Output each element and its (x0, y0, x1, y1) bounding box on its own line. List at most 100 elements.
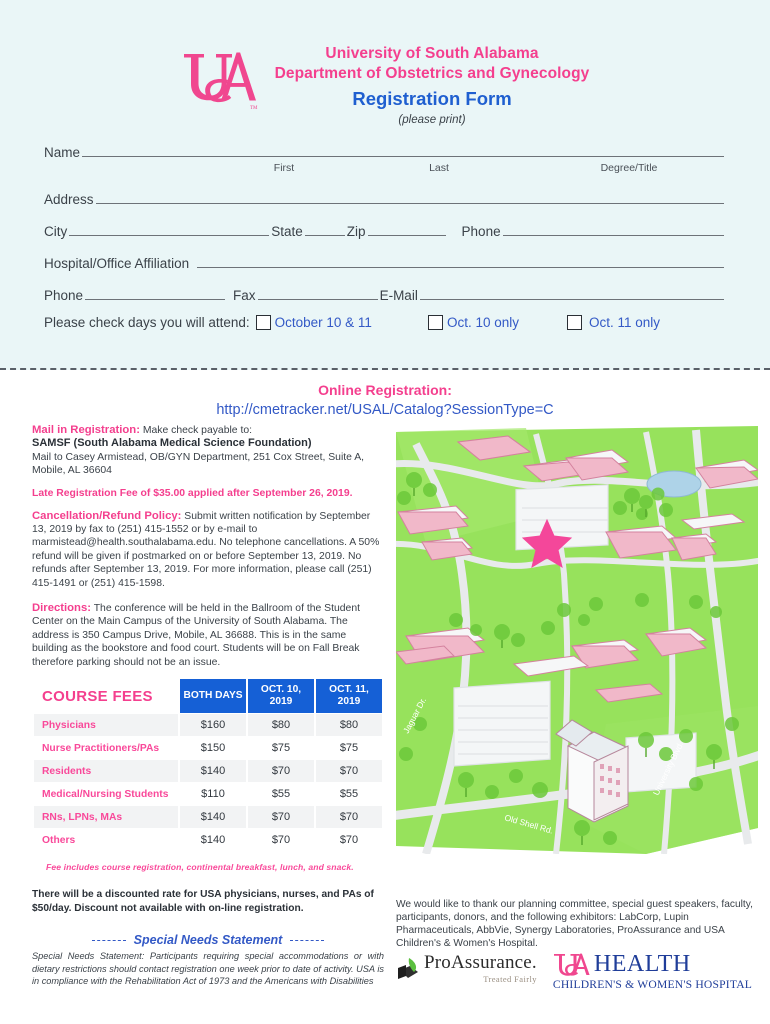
fee-oct11: $80 (316, 714, 382, 737)
proassurance-wordmark: ProAssurance. (424, 952, 537, 973)
proassurance-leaf-icon (398, 958, 418, 979)
table-row: Medical/Nursing Students $110 $55 $55 (34, 783, 382, 805)
fax-label: Fax (233, 288, 256, 303)
sublabel-last: Last (429, 162, 449, 174)
fee-both: $140 (180, 760, 246, 783)
mail-in-intro: Make check payable to: (139, 425, 253, 436)
late-fee-notice: Late Registration Fee of $35.00 applied … (32, 487, 353, 499)
cancellation-heading: Cancellation/Refund Policy: (32, 509, 182, 522)
fee-both: $150 (200, 742, 226, 755)
fee-oct11: $55 (339, 788, 359, 801)
online-registration-title: Online Registration: (318, 382, 452, 398)
phone-input[interactable] (502, 222, 724, 236)
usa-logo-icon: TM (183, 52, 258, 111)
affiliation-label: Hospital/Office Affiliation (44, 256, 190, 271)
address-input[interactable] (95, 190, 724, 204)
directions-heading: Directions: (32, 602, 92, 615)
header-university: University of South Alabama (325, 45, 539, 62)
usa-health-monogram-icon (553, 953, 590, 976)
name-sublabels: First Last Degree/Title (44, 162, 726, 174)
fee-role: Physicians (34, 714, 178, 737)
course-fees-section: COURSE FEES BOTH DAYS OCT. 10, 2019 OCT.… (32, 678, 384, 915)
attend-label: Please check days you will attend: (44, 315, 250, 330)
table-header-row: COURSE FEES BOTH DAYS OCT. 10, 2019 OCT.… (34, 679, 382, 714)
fax-input[interactable] (257, 286, 378, 300)
cancellation-block: Cancellation/Refund Policy: Submit writt… (32, 510, 384, 590)
fee-oct10: $70 (271, 834, 291, 847)
dash-right-decoration (290, 939, 325, 941)
city-label: City (44, 224, 68, 239)
fee-role: Residents (34, 760, 178, 783)
state-input[interactable] (304, 222, 345, 236)
checkbox-label-oct10: Oct. 10 only (446, 315, 519, 330)
usa-health-logo: HEALTH CHILDREN'S & WOMEN'S HOSPITAL (553, 952, 752, 991)
field-name-row: Name First Last Degree/Title (44, 143, 726, 174)
proassurance-logo: ProAssurance. Treated Fairly (396, 952, 537, 984)
course-fees-table: COURSE FEES BOTH DAYS OCT. 10, 2019 OCT.… (32, 678, 384, 852)
course-fees-title: COURSE FEES (42, 687, 153, 705)
fee-oct10: $80 (248, 714, 314, 737)
attendance-row: Please check days you will attend: Octob… (44, 315, 726, 330)
sponsor-logos: ProAssurance. Treated Fairly HEALTH CHIL… (396, 952, 756, 1014)
campus-map[interactable]: Jaguar Dr. Old Shell Rd. University Blvd… (396, 424, 758, 854)
fee-oct10: $70 (248, 806, 314, 829)
usa-health-wordmark: HEALTH (593, 951, 691, 977)
fee-oct10: $70 (248, 760, 314, 783)
header-subtitle: (please print) (398, 114, 466, 126)
field-contact-row: Phone Fax E-Mail (44, 286, 726, 303)
phone2-input[interactable] (85, 286, 226, 300)
fee-both: $160 (180, 714, 246, 737)
header-title: Registration Form (352, 88, 512, 109)
special-needs-heading-row: Special Needs Statement (32, 933, 384, 947)
checkbox-oct11[interactable] (566, 315, 582, 330)
field-affiliation-row: Hospital/Office Affiliation (44, 254, 726, 271)
document-header: TM University of South Alabama Departmen… (0, 44, 770, 128)
column-header-both-days: BOTH DAYS (180, 679, 246, 714)
mail-in-heading: Mail in Registration: (32, 424, 140, 436)
fee-role: Medical/Nursing Students (42, 788, 169, 800)
online-registration-link[interactable]: http://cmetracker.net/USAL/Catalog?Sessi… (216, 402, 553, 418)
left-column: Mail in Registration: Make check payable… (32, 424, 384, 988)
directions-block: Directions: The conference will be held … (32, 602, 384, 669)
cancellation-body: Submit written notification by September… (32, 510, 380, 589)
mail-in-block: Mail in Registration: Make check payable… (32, 424, 384, 478)
special-needs-heading: Special Needs Statement (133, 933, 283, 948)
fee-role: Others (42, 834, 76, 846)
sublabel-first: First (273, 162, 295, 174)
fee-oct10: $75 (271, 742, 291, 755)
city-input[interactable] (69, 222, 270, 236)
fee-oct11: $70 (316, 806, 382, 829)
registration-form-page: TM University of South Alabama Departmen… (0, 0, 770, 1024)
dash-left-decoration (91, 939, 126, 941)
table-row: Physicians $160 $80 $80 (34, 714, 382, 737)
table-row: Others $140 $70 $70 (34, 829, 382, 851)
fee-oct11: $70 (339, 834, 359, 847)
svg-text:TM: TM (250, 106, 258, 111)
table-row: RNs, LPNs, MAs $140 $70 $70 (34, 806, 382, 829)
usa-health-subtitle: CHILDREN'S & WOMEN'S HOSPITAL (552, 978, 753, 991)
checkbox-both-days[interactable] (255, 315, 271, 330)
fee-role: RNs, LPNs, MAs (34, 806, 178, 829)
fee-both: $110 (201, 788, 225, 801)
email-input[interactable] (419, 286, 724, 300)
proassurance-tagline: Treated Fairly (483, 974, 537, 984)
table-row: Nurse Practitioners/PAs $150 $75 $75 (34, 737, 382, 759)
fee-role: Nurse Practitioners/PAs (42, 742, 160, 754)
header-department: Department of Obstetrics and Gynecology (274, 65, 590, 82)
checkbox-oct10[interactable] (427, 315, 443, 330)
affiliation-input[interactable] (197, 254, 724, 268)
special-needs-body: Special Needs Statement: Participants re… (32, 951, 384, 987)
zip-label: Zip (346, 224, 366, 239)
mail-in-address: Mail to Casey Armistead, OB/GYN Departme… (32, 451, 365, 477)
fee-both: $140 (180, 806, 246, 829)
name-input[interactable] (82, 143, 724, 157)
zip-input[interactable] (367, 222, 446, 236)
state-label: State (271, 224, 303, 239)
thank-you-text: We would like to thank our planning comm… (396, 899, 753, 949)
fee-oct11: $75 (339, 742, 359, 755)
fee-oct11: $70 (316, 760, 382, 783)
phone-label: Phone (461, 224, 501, 239)
address-label: Address (44, 192, 94, 207)
sublabel-degree: Degree/Title (600, 162, 658, 174)
mail-in-payee: SAMSF (South Alabama Medical Science Fou… (32, 437, 312, 450)
